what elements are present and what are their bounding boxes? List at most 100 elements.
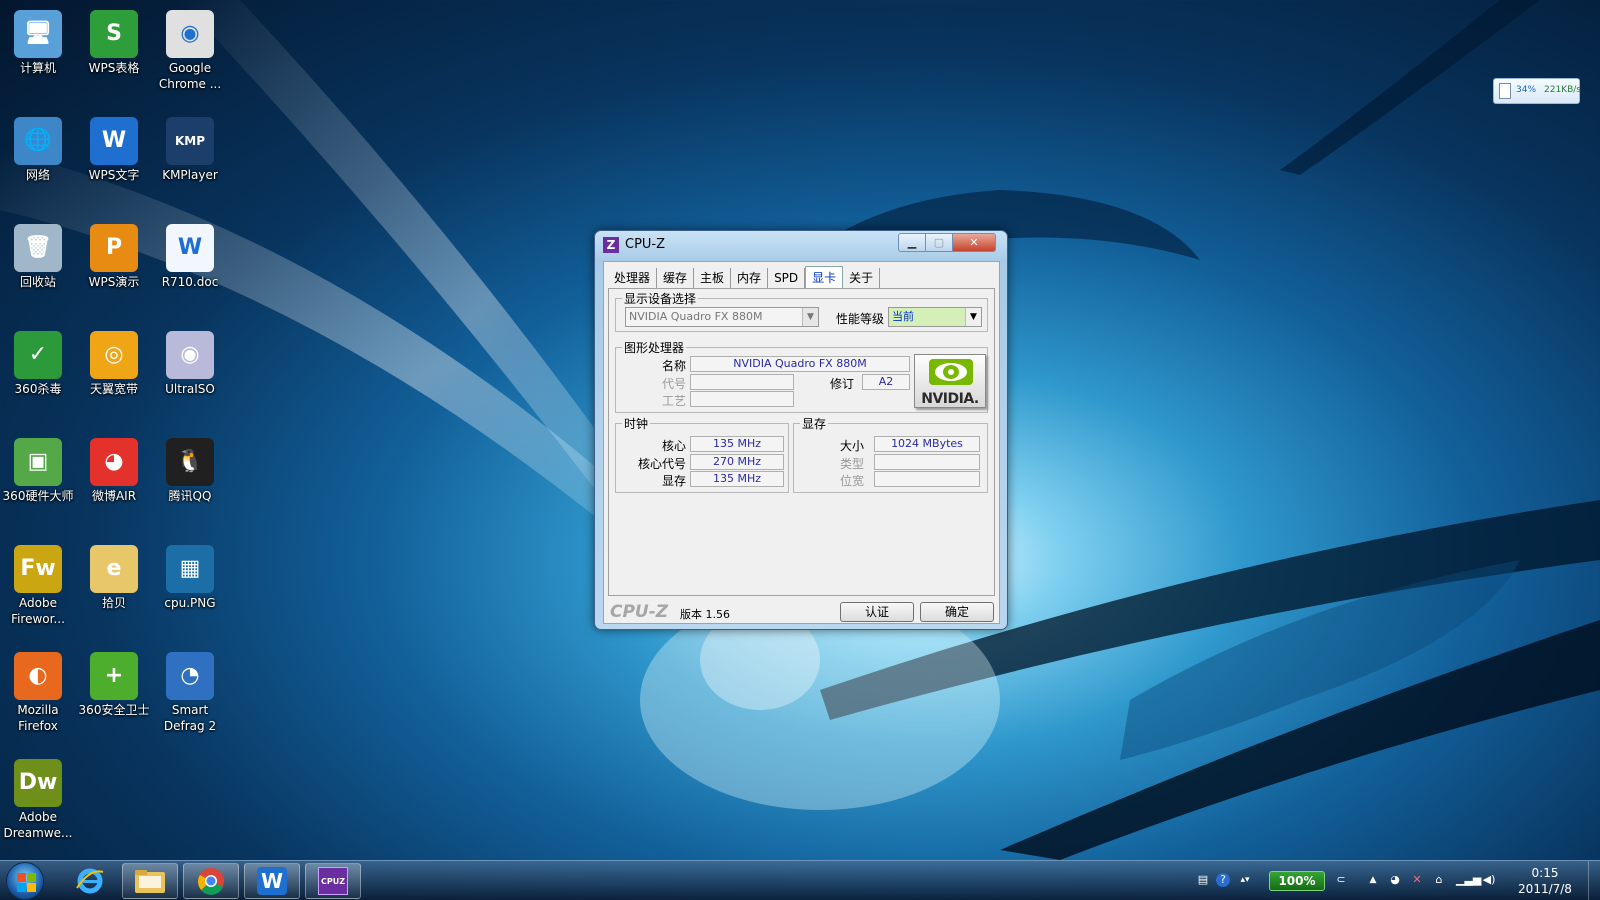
document-icon xyxy=(1499,83,1511,99)
meter-speed: 221KB/s xyxy=(1544,85,1581,95)
video-memory-group: 显存 大小 1024 MBytes 类型 位宽 xyxy=(793,415,988,493)
power-plug-icon[interactable]: ⊂ xyxy=(1334,873,1348,887)
taskbar: W CPUZ ▤ ? ▴▾ 100% ⊂ ▲ ◕ ✕ ⌂ ▁▃▅ ◀) 0:15… xyxy=(0,860,1600,900)
cpuz-brand-text: CPU-Z xyxy=(610,602,669,622)
gpu-name-label: 名称 xyxy=(661,359,686,373)
show-desktop-button[interactable] xyxy=(1588,861,1600,900)
keyboard-icon[interactable]: ▤ xyxy=(1196,873,1210,887)
minimize-button[interactable]: ▁ xyxy=(898,233,926,252)
nvidia-eye-icon xyxy=(929,359,973,385)
group-title: 时钟 xyxy=(622,415,651,432)
desktop-icon[interactable]: S WPS表格 xyxy=(76,10,152,76)
wps-presentation-icon: P xyxy=(90,224,138,272)
desktop-icon[interactable]: ◐ Mozilla Firefox xyxy=(0,652,76,734)
wps-writer-icon: W xyxy=(90,117,138,165)
signal-strength-icon[interactable]: ▁▃▅ xyxy=(1456,873,1481,887)
desktop-icon[interactable]: ✓ 360杀毒 xyxy=(0,331,76,397)
tab-1[interactable]: 缓存 xyxy=(657,268,695,288)
tab-0[interactable]: 处理器 xyxy=(608,268,658,288)
memory-size-field: 1024 MBytes xyxy=(874,436,980,452)
ok-button[interactable]: 确定 xyxy=(920,602,994,622)
window-titlebar[interactable]: Z CPU-Z ▁ ▢ ✕ xyxy=(595,231,1007,261)
gpu-code-field xyxy=(690,374,794,390)
desktop-icon[interactable]: P WPS演示 xyxy=(76,224,152,290)
firefox-icon: ◐ xyxy=(14,652,62,700)
network-disconnected-icon[interactable]: ✕ xyxy=(1410,873,1424,887)
window-footer: CPU-Z 版本 1.56 认证 确定 xyxy=(604,598,1001,624)
desktop-icon-label: WPS表格 xyxy=(88,61,140,75)
desktop-icon[interactable]: ◕ 微博AIR xyxy=(76,438,152,504)
perf-level-select[interactable]: 当前 ▼ xyxy=(888,307,982,327)
desktop-icon-label: Mozilla Firefox xyxy=(17,703,59,733)
desktop-icon-label: 360硬件大师 xyxy=(2,489,74,503)
taskbar-wps-writer-button[interactable]: W xyxy=(244,863,300,899)
window-client: 处理器 缓存 主板 内存 SPD 显卡 关于 显示设备选择 NVIDIA Quadro FX… xyxy=(603,261,1000,624)
taskbar-cpuz-button[interactable]: CPUZ xyxy=(305,863,361,899)
gpu-name-field: NVIDIA Quadro FX 880M xyxy=(690,356,910,372)
desktop-icon[interactable]: ▦ cpu.PNG xyxy=(152,545,228,611)
desktop-icon[interactable]: 🌐 网络 xyxy=(0,117,76,183)
tab-5[interactable]: 显卡 xyxy=(805,266,844,288)
desktop-icon[interactable]: ◔ Smart Defrag 2 xyxy=(152,652,228,734)
qq-tray-icon[interactable]: ◕ xyxy=(1388,873,1402,887)
close-button[interactable]: ✕ xyxy=(952,233,996,252)
wps-spreadsheet-icon: S xyxy=(90,10,138,58)
desktop-icon-label: R710.doc xyxy=(161,275,219,289)
memory-width-field xyxy=(874,471,980,487)
desktop-icon-label: WPS演示 xyxy=(88,275,140,289)
core-clock-label: 核心 xyxy=(661,439,686,453)
core-clock-field: 135 MHz xyxy=(690,436,784,452)
desktop-icon[interactable]: ◎ 天翼宽带 xyxy=(76,331,152,397)
show-hidden-icons-chevron-icon[interactable]: ▲ xyxy=(1366,873,1380,887)
desktop-icon[interactable]: ◉ Google Chrome ... xyxy=(152,10,228,92)
system-clock[interactable]: 0:15 2011/7/8 xyxy=(1508,865,1582,897)
desktop-icon[interactable]: W R710.doc xyxy=(152,224,228,290)
tray-arrows-icon[interactable]: ▴▾ xyxy=(1238,873,1252,887)
desktop-icon[interactable]: 🖥 计算机 xyxy=(0,10,76,76)
security-guard-360-icon: + xyxy=(90,652,138,700)
maximize-button[interactable]: ▢ xyxy=(925,233,953,252)
antivirus-360-icon: ✓ xyxy=(14,331,62,379)
taskbar-chrome-button[interactable] xyxy=(183,863,239,899)
group-title: 图形处理器 xyxy=(622,339,687,356)
tab-3[interactable]: 内存 xyxy=(731,268,769,288)
network-speed-meter[interactable]: 34% 221KB/s xyxy=(1493,78,1581,104)
maximize-icon: ▢ xyxy=(933,236,945,249)
help-icon[interactable]: ? xyxy=(1216,873,1230,887)
start-button[interactable] xyxy=(6,862,44,900)
clocks-group: 时钟 核心 135 MHz 核心代号 270 MHz 显存 135 MHz xyxy=(615,415,789,493)
cpuz-window[interactable]: Z CPU-Z ▁ ▢ ✕ 处理器 缓存 主板 内存 SPD 显卡 关于 显示设备选择 NV… xyxy=(594,230,1008,630)
tab-2[interactable]: 主板 xyxy=(694,268,732,288)
desktop-icon[interactable]: 🐧 腾讯QQ xyxy=(152,438,228,504)
desktop-icon[interactable]: e 拾贝 xyxy=(76,545,152,611)
desktop-icon-label: 网络 xyxy=(25,168,50,182)
perf-level-value: 当前 xyxy=(892,310,914,323)
desktop-icon[interactable]: ▣ 360硬件大师 xyxy=(0,438,76,504)
volume-icon[interactable]: ◀) xyxy=(1482,873,1496,887)
desktop-icon[interactable]: ◉ UltraISO xyxy=(152,331,228,397)
weibo-icon: ◕ xyxy=(90,438,138,486)
ultraiso-disc-icon: ◉ xyxy=(166,331,214,379)
shader-clock-field: 270 MHz xyxy=(690,454,784,470)
taskbar-explorer-button[interactable] xyxy=(122,863,178,899)
device-select[interactable]: NVIDIA Quadro FX 880M ▼ xyxy=(625,307,819,327)
recycle-bin-icon: 🗑 xyxy=(14,224,62,272)
validate-button[interactable]: 认证 xyxy=(840,602,914,622)
chevron-down-icon[interactable]: ▼ xyxy=(965,308,981,326)
desktop-icon[interactable]: +360安全卫士 xyxy=(76,652,152,718)
tab-4[interactable]: SPD xyxy=(768,268,806,288)
desktop-icon[interactable]: Dw Adobe Dreamwe... xyxy=(0,759,76,841)
cpuz-icon: CPUZ xyxy=(318,867,348,895)
battery-indicator[interactable]: 100% xyxy=(1269,871,1325,891)
desktop-icon[interactable]: KMP KMPlayer xyxy=(152,117,228,183)
memory-type-label: 类型 xyxy=(839,457,864,471)
chevron-down-icon[interactable]: ▼ xyxy=(802,308,818,326)
taskbar-ie-button[interactable] xyxy=(62,863,118,899)
close-icon: ✕ xyxy=(969,236,979,249)
tab-6[interactable]: 关于 xyxy=(843,268,881,288)
desktop-icon[interactable]: W WPS文字 xyxy=(76,117,152,183)
desktop-icon[interactable]: 🗑 回收站 xyxy=(0,224,76,290)
usb-device-icon[interactable]: ⌂ xyxy=(1432,873,1446,887)
desktop-icon-label: Google Chrome ... xyxy=(158,61,222,91)
desktop-icon[interactable]: Fw Adobe Firewor... xyxy=(0,545,76,627)
